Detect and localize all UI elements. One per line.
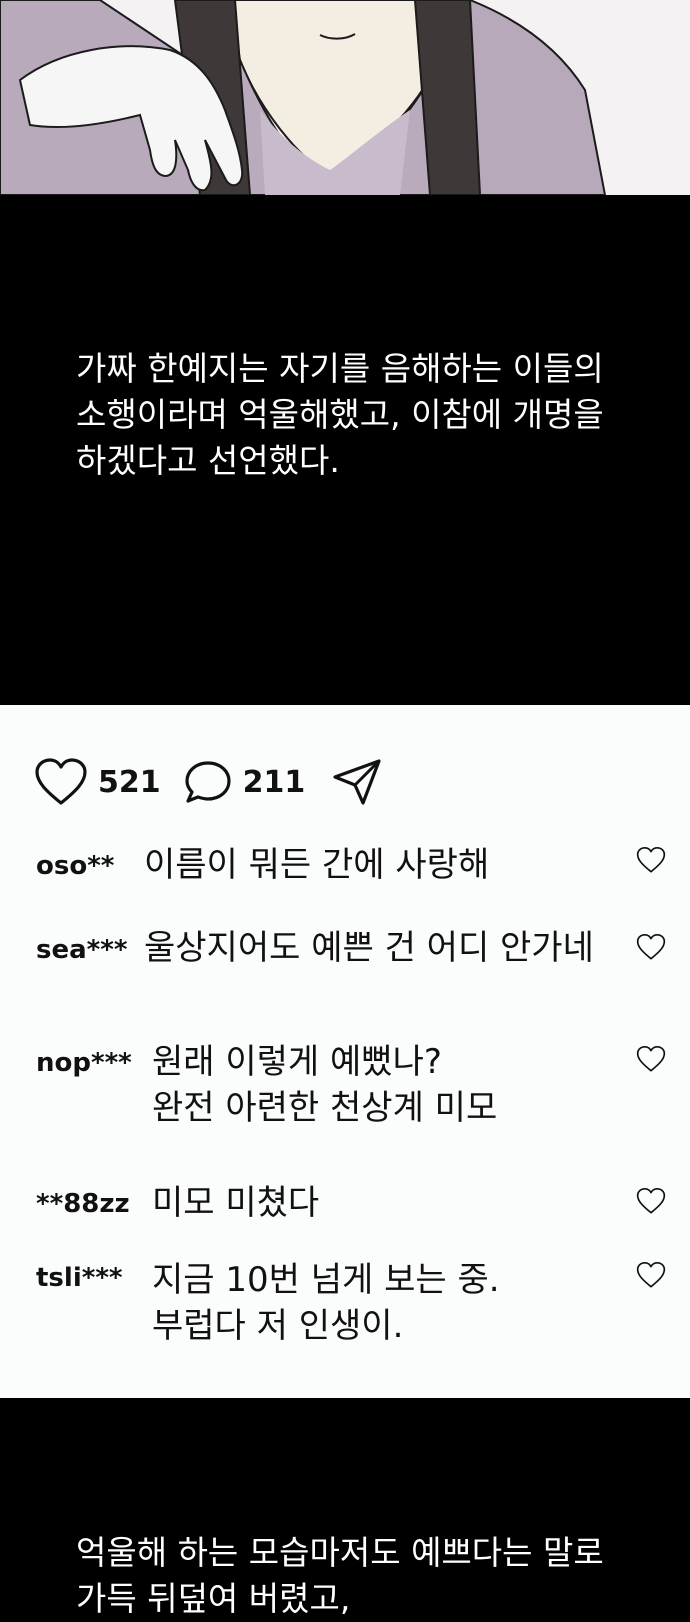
speech-bubble-icon [185, 761, 231, 803]
comment-username[interactable]: oso** [36, 846, 114, 886]
like-count: 521 [98, 764, 161, 800]
comment-like-button[interactable] [636, 1045, 666, 1077]
illustration-art [0, 0, 690, 195]
comment-username[interactable]: tsli*** [36, 1258, 123, 1298]
heart-icon [35, 758, 87, 805]
heart-icon [636, 933, 666, 960]
heart-icon [636, 1261, 666, 1288]
comment-username[interactable]: **88zz [36, 1184, 130, 1224]
comment-username[interactable]: sea*** [36, 930, 127, 970]
comment-text: 울상지어도 예쁜 건 어디 안가네 [144, 928, 594, 968]
post-actions: 521 211 [34, 752, 383, 812]
comment-like-button[interactable] [636, 933, 666, 965]
comment-text: 원래 이렇게 예뻤나? 완전 아련한 천상계 미모 [152, 1042, 498, 1128]
comment-like-button[interactable] [636, 1187, 666, 1219]
comment-text: 지금 10번 넘게 보는 중. 부럽다 저 인생이. [152, 1260, 500, 1346]
comment-like-button[interactable] [636, 846, 666, 878]
comment-like-button[interactable] [636, 1261, 666, 1293]
comment-username[interactable]: nop*** [36, 1043, 132, 1083]
send-icon [333, 759, 381, 805]
share-button[interactable] [331, 757, 383, 807]
like-button[interactable] [34, 757, 88, 807]
comment-text: 미모 미쳤다 [152, 1183, 320, 1223]
heart-icon [636, 1187, 666, 1214]
comment-item: **88zz [36, 1184, 666, 1224]
heart-icon [636, 1045, 666, 1072]
narration-text: 가짜 한예지는 자기를 음해하는 이들의 소행이라며 억울해했고, 이참에 개명… [76, 349, 604, 480]
comic-panel-illustration [0, 0, 690, 195]
comment-count: 211 [242, 764, 306, 800]
comment-button[interactable] [183, 759, 233, 805]
heart-icon [636, 846, 666, 873]
narration-text: 억울해 하는 모습마저도 예쁘다는 말로 가득 뒤덮여 버렸고, [76, 1533, 604, 1618]
comment-text: 이름이 뭐든 간에 사랑해 [144, 845, 490, 885]
